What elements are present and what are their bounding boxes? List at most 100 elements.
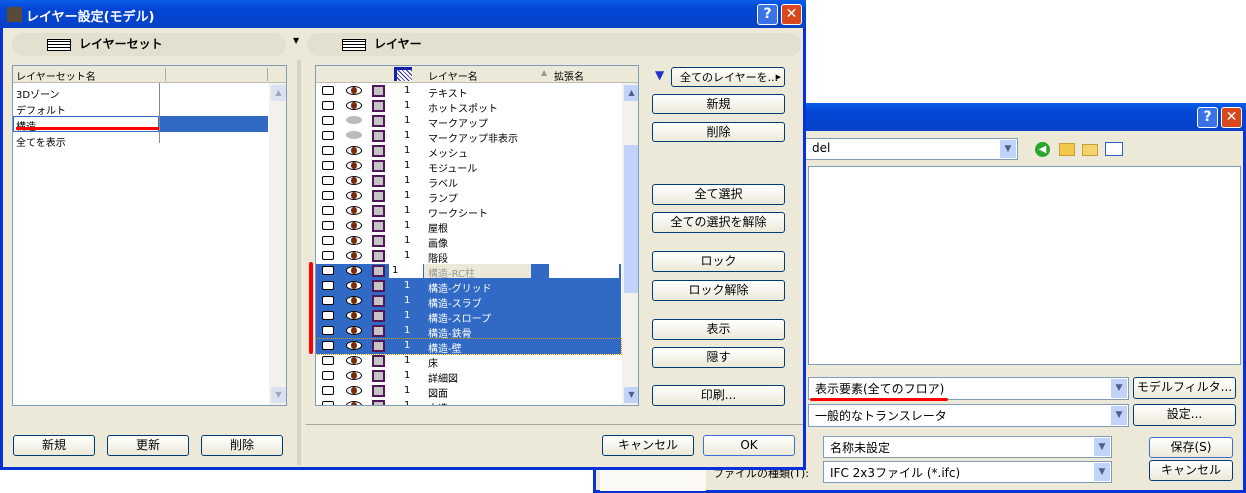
layer-row[interactable]: 1 詳細図 xyxy=(316,369,621,385)
layer-row[interactable]: 1 床 xyxy=(316,354,621,370)
lock-open-icon[interactable] xyxy=(322,386,334,395)
chevron-down-icon[interactable]: ▼ xyxy=(1094,438,1110,456)
layer-set-list[interactable]: レイヤーセット名 3Dゾーンデフォルト構造全てを表示 ▲▼ xyxy=(12,65,287,406)
solid-cube-icon[interactable] xyxy=(372,175,385,187)
lock-open-icon[interactable] xyxy=(322,281,334,290)
solid-cube-icon[interactable] xyxy=(372,295,385,307)
lock-open-icon[interactable] xyxy=(322,401,334,405)
column-header-extension[interactable]: 拡張名 xyxy=(554,68,584,83)
layer-set-item[interactable]: 3Dゾーン xyxy=(13,84,268,101)
lock-open-icon[interactable] xyxy=(322,371,334,380)
solid-cube-icon[interactable] xyxy=(372,115,385,127)
up-folder-icon[interactable] xyxy=(1059,143,1075,156)
solid-cube-icon[interactable] xyxy=(372,100,385,112)
solid-cube-icon[interactable] xyxy=(372,340,385,352)
filter-combo[interactable]: 表示要素(全てのフロア) ▼ xyxy=(808,377,1129,400)
lock-open-icon[interactable] xyxy=(322,356,334,365)
lock-open-icon[interactable] xyxy=(322,326,334,335)
column-header-layer-name[interactable]: レイヤー名 xyxy=(428,68,478,83)
ok-button[interactable]: OK xyxy=(703,435,795,456)
layer-row[interactable]: 1 構造-スロープ xyxy=(316,309,621,325)
lock-open-icon[interactable] xyxy=(322,176,334,185)
eye-icon[interactable] xyxy=(346,311,362,323)
eye-icon[interactable] xyxy=(346,161,362,173)
layer-row[interactable]: 1 ホットスポット xyxy=(316,99,621,115)
lock-open-icon[interactable] xyxy=(322,221,334,230)
solid-cube-icon[interactable] xyxy=(372,235,385,247)
save-button[interactable]: 保存(S) xyxy=(1149,437,1233,458)
solid-cube-icon[interactable] xyxy=(372,250,385,262)
layer-row[interactable]: 1 画像 xyxy=(316,234,621,250)
eye-icon[interactable] xyxy=(346,401,362,405)
layer-set-scrollbar[interactable]: ▲ ▼ xyxy=(269,83,286,405)
deselect-all-button[interactable]: 全ての選択を解除 xyxy=(652,212,785,233)
model-filter-button[interactable]: モデルフィルタ... xyxy=(1133,377,1236,399)
eye-icon[interactable] xyxy=(346,146,362,158)
filetype-combo[interactable]: IFC 2x3ファイル (*.ifc) ▼ xyxy=(823,461,1112,483)
new-set-button[interactable]: 新規 xyxy=(13,435,95,456)
layer-row[interactable]: 1 モジュール xyxy=(316,159,621,175)
new-folder-icon[interactable] xyxy=(1082,144,1098,156)
path-combo[interactable]: del ▼ xyxy=(805,138,1018,160)
solid-cube-icon[interactable] xyxy=(372,265,385,277)
lock-open-icon[interactable] xyxy=(322,101,334,110)
lock-open-icon[interactable] xyxy=(322,296,334,305)
settings-button[interactable]: 設定... xyxy=(1133,404,1236,426)
lock-button[interactable]: ロック xyxy=(652,251,785,272)
layer-set-item[interactable]: デフォルト xyxy=(13,100,268,117)
solid-cube-icon[interactable] xyxy=(372,385,385,397)
lock-open-icon[interactable] xyxy=(322,146,334,155)
file-list-area[interactable] xyxy=(808,166,1241,365)
layer-row[interactable]: 1 構造-グリッド xyxy=(316,279,621,295)
chevron-down-icon[interactable]: ▼ xyxy=(1094,463,1110,481)
lock-open-icon[interactable] xyxy=(322,131,334,140)
solid-cube-icon[interactable] xyxy=(372,325,385,337)
solid-cube-icon[interactable] xyxy=(372,280,385,292)
lock-open-icon[interactable] xyxy=(322,311,334,320)
help-button[interactable]: ? xyxy=(1197,107,1218,128)
layer-row[interactable]: 1 ラベル xyxy=(316,174,621,190)
layer-row[interactable]: 1 図面 xyxy=(316,384,621,400)
layer-list-scrollbar[interactable]: ▲ ▼ xyxy=(622,83,638,405)
solid-cube-icon[interactable] xyxy=(372,310,385,322)
chevron-down-icon[interactable]: ▼ xyxy=(1111,406,1127,425)
cancel-button[interactable]: キャンセル xyxy=(602,435,694,456)
cancel-button[interactable]: キャンセル xyxy=(1149,460,1233,481)
layer-row[interactable]: 1 メッシュ xyxy=(316,144,621,160)
filename-combo[interactable]: 名称未設定 ▼ xyxy=(823,436,1112,458)
panel-toggle-icon[interactable]: ▼ xyxy=(293,36,299,45)
help-button[interactable]: ? xyxy=(757,4,778,25)
layer-row[interactable]: 1 構造-壁 xyxy=(316,338,622,355)
eye-icon[interactable] xyxy=(346,86,362,98)
translator-combo[interactable]: 一般的なトランスレータ ▼ xyxy=(808,404,1129,427)
lock-open-icon[interactable] xyxy=(322,86,334,95)
delete-set-button[interactable]: 削除 xyxy=(201,435,283,456)
eye-icon[interactable] xyxy=(346,371,362,383)
eye-icon[interactable] xyxy=(346,221,362,233)
hide-button[interactable]: 隠す xyxy=(652,347,785,368)
lock-open-icon[interactable] xyxy=(322,161,334,170)
delete-layer-button[interactable]: 削除 xyxy=(652,122,785,142)
lock-open-icon[interactable] xyxy=(322,116,334,125)
eye-icon[interactable] xyxy=(346,206,362,218)
layer-row[interactable]: 1 構造-スラブ xyxy=(316,294,621,310)
lock-open-icon[interactable] xyxy=(322,341,334,350)
layer-row[interactable]: 1 ランプ xyxy=(316,189,621,205)
print-button[interactable]: 印刷... xyxy=(652,385,785,406)
layer-row[interactable]: 1 構造-RC柱 xyxy=(316,264,621,280)
eye-icon[interactable] xyxy=(346,176,362,188)
scroll-up-button[interactable]: ▲ xyxy=(624,85,638,101)
update-set-button[interactable]: 更新 xyxy=(107,435,189,456)
lock-open-icon[interactable] xyxy=(322,191,334,200)
layer-number-header-icon[interactable] xyxy=(394,67,412,81)
layer-row[interactable]: 1 マークアップ xyxy=(316,114,621,130)
eye-icon[interactable] xyxy=(346,191,362,203)
solid-cube-icon[interactable] xyxy=(372,85,385,97)
show-button[interactable]: 表示 xyxy=(652,319,785,340)
chevron-down-icon[interactable]: ▼ xyxy=(1111,379,1127,398)
layer-set-item[interactable]: 全てを表示 xyxy=(13,132,268,149)
back-icon[interactable]: ◀ xyxy=(1035,142,1050,157)
close-button[interactable]: ✕ xyxy=(781,4,802,25)
eye-icon[interactable] xyxy=(346,251,362,263)
eye-icon[interactable] xyxy=(346,356,362,368)
